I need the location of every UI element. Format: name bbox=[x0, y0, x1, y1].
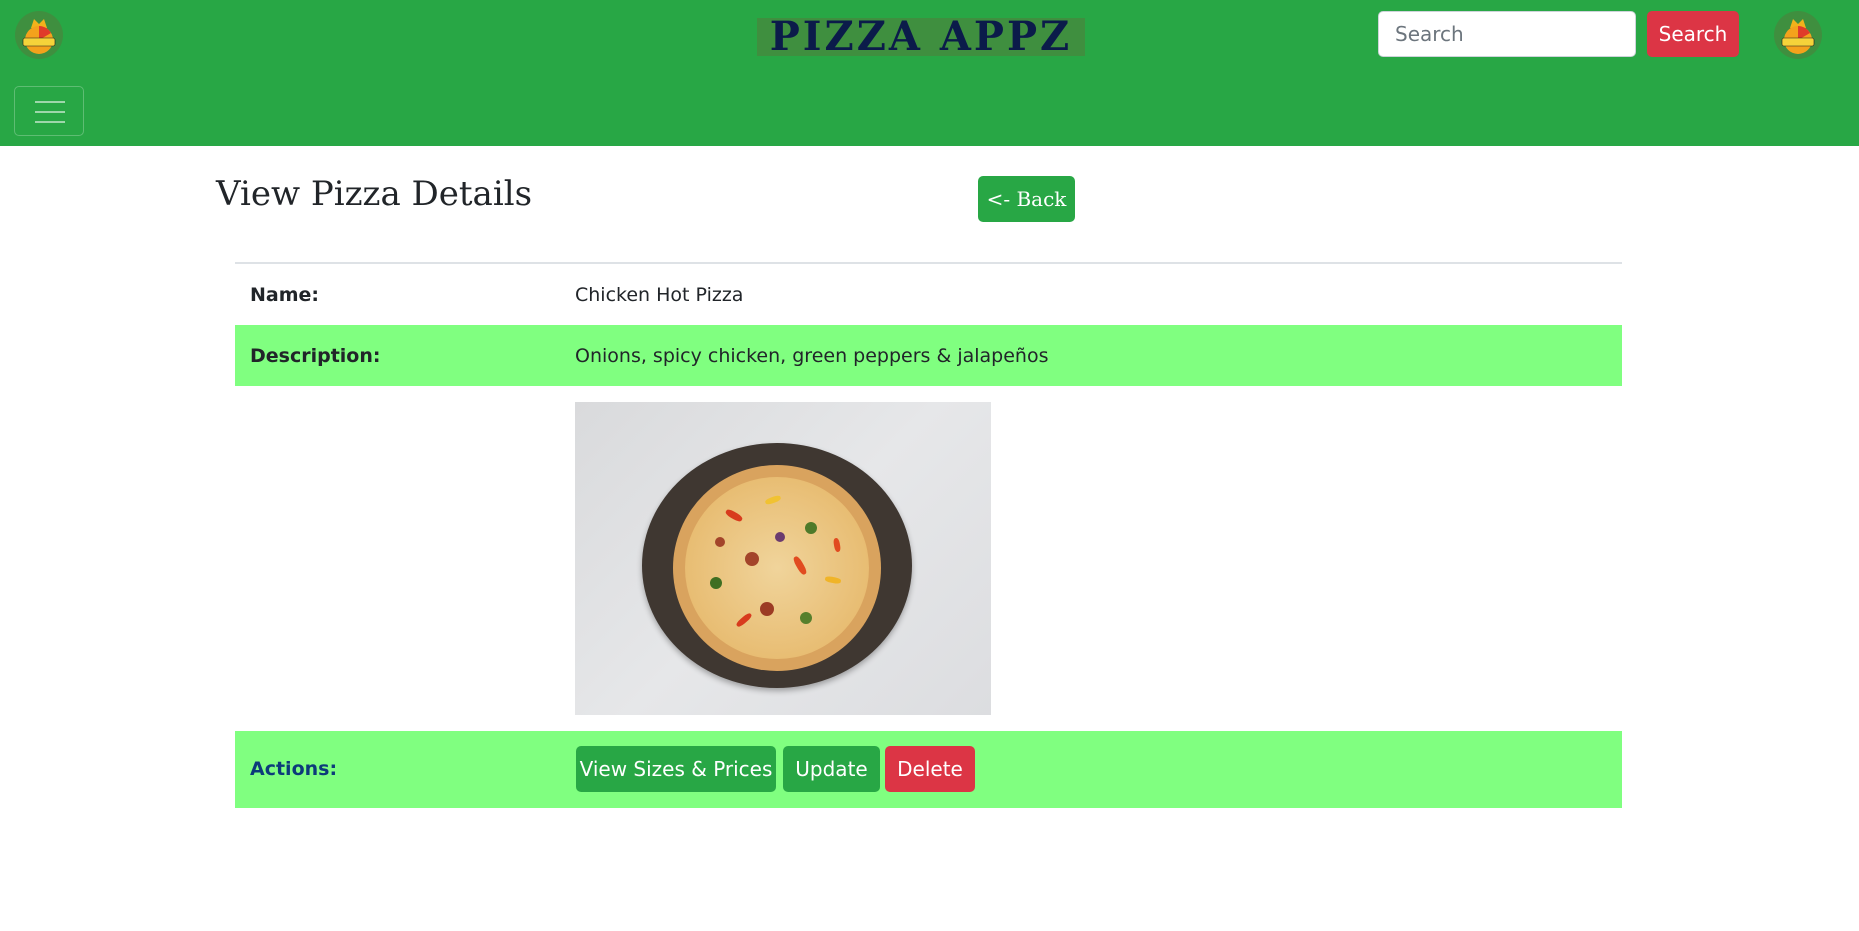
name-value: Chicken Hot Pizza bbox=[575, 284, 744, 306]
navbar: PIZZA APPZ Search bbox=[0, 0, 1859, 146]
menu-toggle-button[interactable] bbox=[14, 86, 84, 136]
detail-row-description: Description: Onions, spicy chicken, gree… bbox=[235, 325, 1622, 386]
back-button[interactable]: <- Back bbox=[978, 176, 1075, 222]
name-label: Name: bbox=[250, 284, 320, 306]
description-value: Onions, spicy chicken, green peppers & j… bbox=[575, 345, 1049, 367]
view-sizes-prices-button[interactable]: View Sizes & Prices bbox=[576, 746, 776, 792]
pizza-logo-icon[interactable] bbox=[14, 10, 64, 60]
detail-row-name: Name: Chicken Hot Pizza bbox=[235, 264, 1622, 325]
pizza-logo-icon[interactable] bbox=[1773, 10, 1823, 60]
brand-title: PIZZA APPZ bbox=[769, 13, 1073, 60]
actions-label: Actions: bbox=[250, 758, 338, 780]
update-button[interactable]: Update bbox=[783, 746, 880, 792]
hamburger-icon bbox=[35, 101, 65, 103]
page-title: View Pizza Details bbox=[216, 174, 533, 214]
detail-row-actions: Actions: View Sizes & Prices Update Dele… bbox=[235, 731, 1622, 808]
delete-button[interactable]: Delete bbox=[885, 746, 975, 792]
search-button[interactable]: Search bbox=[1647, 11, 1739, 57]
brand-logo[interactable]: PIZZA APPZ bbox=[757, 13, 1085, 60]
pizza-image bbox=[575, 402, 991, 715]
search-input[interactable] bbox=[1378, 11, 1636, 57]
description-label: Description: bbox=[250, 345, 381, 367]
